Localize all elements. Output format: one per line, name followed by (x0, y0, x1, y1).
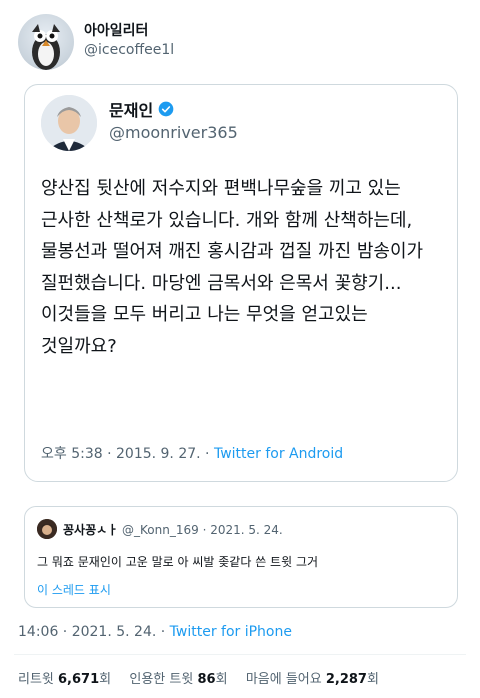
tweet-meta: 14:06 · 2021. 5. 24. · Twitter for iPhon… (18, 624, 292, 640)
quotes-label: 인용한 트윗 (129, 672, 198, 687)
quoted-tweet-meta: 오후 5:38 · 2015. 9. 27. · Twitter for And… (41, 443, 343, 463)
quotes-stat[interactable]: 인용한 트윗 86회 (129, 672, 227, 687)
avatar[interactable] (18, 14, 74, 70)
retweets-count: 6,671 (58, 672, 100, 687)
divider (14, 654, 466, 655)
show-thread-link[interactable]: 이 스레드 표시 (37, 581, 111, 598)
quoted-author-avatar[interactable] (41, 95, 97, 151)
quotes-unit: 회 (215, 672, 228, 687)
reply-author-name[interactable]: 꽁사꽁ㅅㅏ (63, 523, 118, 537)
quoted-tweet-source[interactable]: Twitter for Android (214, 446, 343, 462)
quoted-tweet-time[interactable]: 오후 5:38 · 2015. 9. 27. · (41, 446, 214, 462)
reply-avatar[interactable] (37, 519, 57, 539)
tweet-time[interactable]: 14:06 · 2021. 5. 24. · (18, 624, 170, 640)
tweet-stats: 리트윗 6,671회 인용한 트윗 86회 마음에 들어요 2,287회 (18, 668, 379, 687)
quotes-count: 86 (197, 672, 216, 687)
quoted-author-handle[interactable]: @moonriver365 (109, 123, 238, 142)
verified-badge-icon (158, 101, 174, 117)
likes-label: 마음에 들어요 (245, 672, 326, 687)
author-handle[interactable]: @icecoffee1l (84, 42, 174, 58)
reply-header: 꽁사꽁ㅅㅏ @_Konn_169 · 2021. 5. 24. (63, 521, 283, 538)
reply-handle-date[interactable]: @_Konn_169 · 2021. 5. 24. (122, 523, 283, 537)
likes-stat[interactable]: 마음에 들어요 2,287회 (246, 672, 379, 687)
quoted-author-display-name[interactable]: 문재인 (109, 97, 153, 121)
quoted-tweet-card[interactable]: 문재인 @moonriver365 양산집 뒷산에 저수지와 편백나무숲을 끼고… (24, 84, 458, 482)
quoted-author-name[interactable]: 문재인 (109, 97, 174, 121)
likes-unit: 회 (366, 672, 379, 687)
author-display-name[interactable]: 아아일리터 (84, 20, 148, 40)
retweets-stat[interactable]: 리트윗 6,671회 (18, 672, 111, 687)
reply-tweet-card[interactable]: 꽁사꽁ㅅㅏ @_Konn_169 · 2021. 5. 24. 그 뭐죠 문재인… (24, 506, 458, 608)
retweets-unit: 회 (99, 672, 112, 687)
quoted-tweet-text: 양산집 뒷산에 저수지와 편백나무숲을 끼고 있는 근사한 산책로가 있습니다.… (41, 178, 424, 357)
tweet-source[interactable]: Twitter for iPhone (170, 624, 292, 640)
retweets-label: 리트윗 (18, 672, 59, 687)
reply-text: 그 뭐죠 문재인이 고운 말로 아 씨발 좆같다 쓴 트윗 그거 (37, 555, 319, 569)
likes-count: 2,287 (325, 672, 367, 687)
